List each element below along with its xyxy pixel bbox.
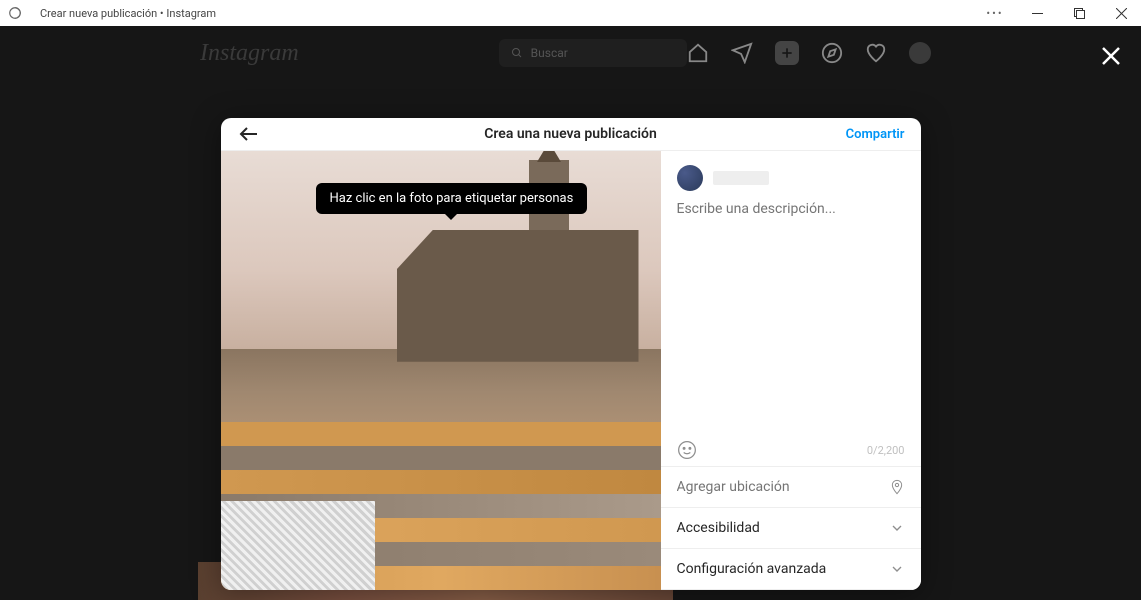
instagram-logo[interactable]: Instagram <box>200 40 299 67</box>
location-input[interactable] <box>677 479 889 495</box>
topbar: Instagram Buscar <box>0 26 1141 80</box>
home-icon[interactable] <box>687 42 709 64</box>
window-controls: ••• <box>983 1 1133 25</box>
accessibility-label: Accesibilidad <box>677 520 760 536</box>
caption-footer: 0/2,200 <box>661 434 921 467</box>
location-icon <box>889 479 905 495</box>
modal-body: Haz clic en la foto para etiquetar perso… <box>221 151 921 590</box>
back-button[interactable] <box>237 122 261 146</box>
chevron-down-icon <box>889 561 905 577</box>
messages-icon[interactable] <box>731 42 753 64</box>
post-details-panel: 0/2,200 Accesibilidad <box>661 151 921 590</box>
search-input[interactable]: Buscar <box>499 39 687 67</box>
username <box>713 171 769 185</box>
search-placeholder: Buscar <box>531 46 568 60</box>
advanced-settings-row[interactable]: Configuración avanzada <box>661 549 921 590</box>
location-row[interactable] <box>661 467 921 508</box>
share-button[interactable]: Compartir <box>846 127 905 142</box>
new-post-icon[interactable] <box>775 41 799 65</box>
window-title: Crear nueva publicación • Instagram <box>40 7 983 20</box>
advanced-label: Configuración avanzada <box>677 561 827 577</box>
create-post-modal: Crea una nueva publicación Compartir <box>221 118 921 590</box>
user-avatar[interactable] <box>677 165 703 191</box>
profile-avatar[interactable] <box>909 42 931 64</box>
explore-icon[interactable] <box>821 42 843 64</box>
close-button[interactable] <box>1109 1 1133 25</box>
modal-close-button[interactable] <box>1099 44 1123 68</box>
tag-tooltip: Haz clic en la foto para etiquetar perso… <box>316 183 588 214</box>
accessibility-row[interactable]: Accesibilidad <box>661 508 921 549</box>
activity-icon[interactable] <box>865 42 887 64</box>
chevron-down-icon <box>889 520 905 536</box>
modal-header: Crea una nueva publicación Compartir <box>221 118 921 151</box>
nav-icons <box>687 41 931 65</box>
caption-area <box>661 201 921 434</box>
emoji-button[interactable] <box>677 440 697 460</box>
maximize-button[interactable] <box>1067 1 1091 25</box>
caption-input[interactable] <box>677 201 905 321</box>
app-container: Instagram Buscar <box>0 26 1141 600</box>
user-header <box>661 151 921 201</box>
app-icon <box>8 6 22 20</box>
window-titlebar: Crear nueva publicación • Instagram ••• <box>0 0 1141 26</box>
modal-title: Crea una nueva publicación <box>484 126 657 142</box>
minimize-button[interactable] <box>1025 1 1049 25</box>
search-icon <box>511 47 523 59</box>
more-button[interactable]: ••• <box>983 1 1007 25</box>
photo-preview[interactable]: Haz clic en la foto para etiquetar perso… <box>221 151 661 590</box>
character-count: 0/2,200 <box>867 444 905 457</box>
